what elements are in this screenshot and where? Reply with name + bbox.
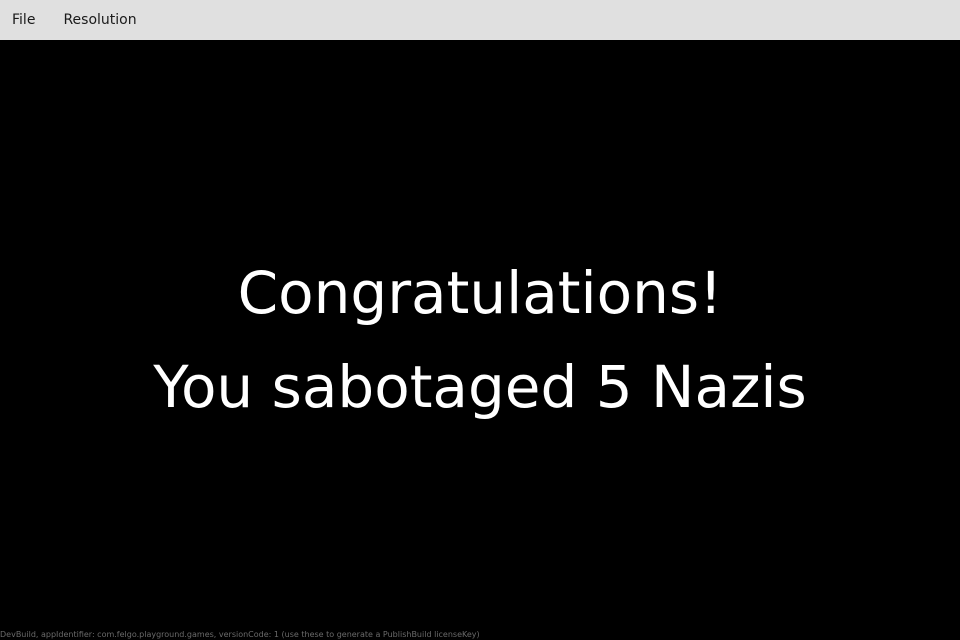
menu-bar: File Resolution	[0, 0, 960, 40]
devbuild-footer: DevBuild, appIdentifier: com.felgo.playg…	[0, 630, 480, 639]
congratulations-text: Congratulations!	[237, 259, 723, 327]
menu-file[interactable]: File	[2, 0, 45, 40]
menu-resolution[interactable]: Resolution	[53, 0, 146, 40]
game-stage: Congratulations! You sabotaged 5 Nazis D…	[0, 40, 960, 640]
result-text: You sabotaged 5 Nazis	[153, 353, 807, 421]
